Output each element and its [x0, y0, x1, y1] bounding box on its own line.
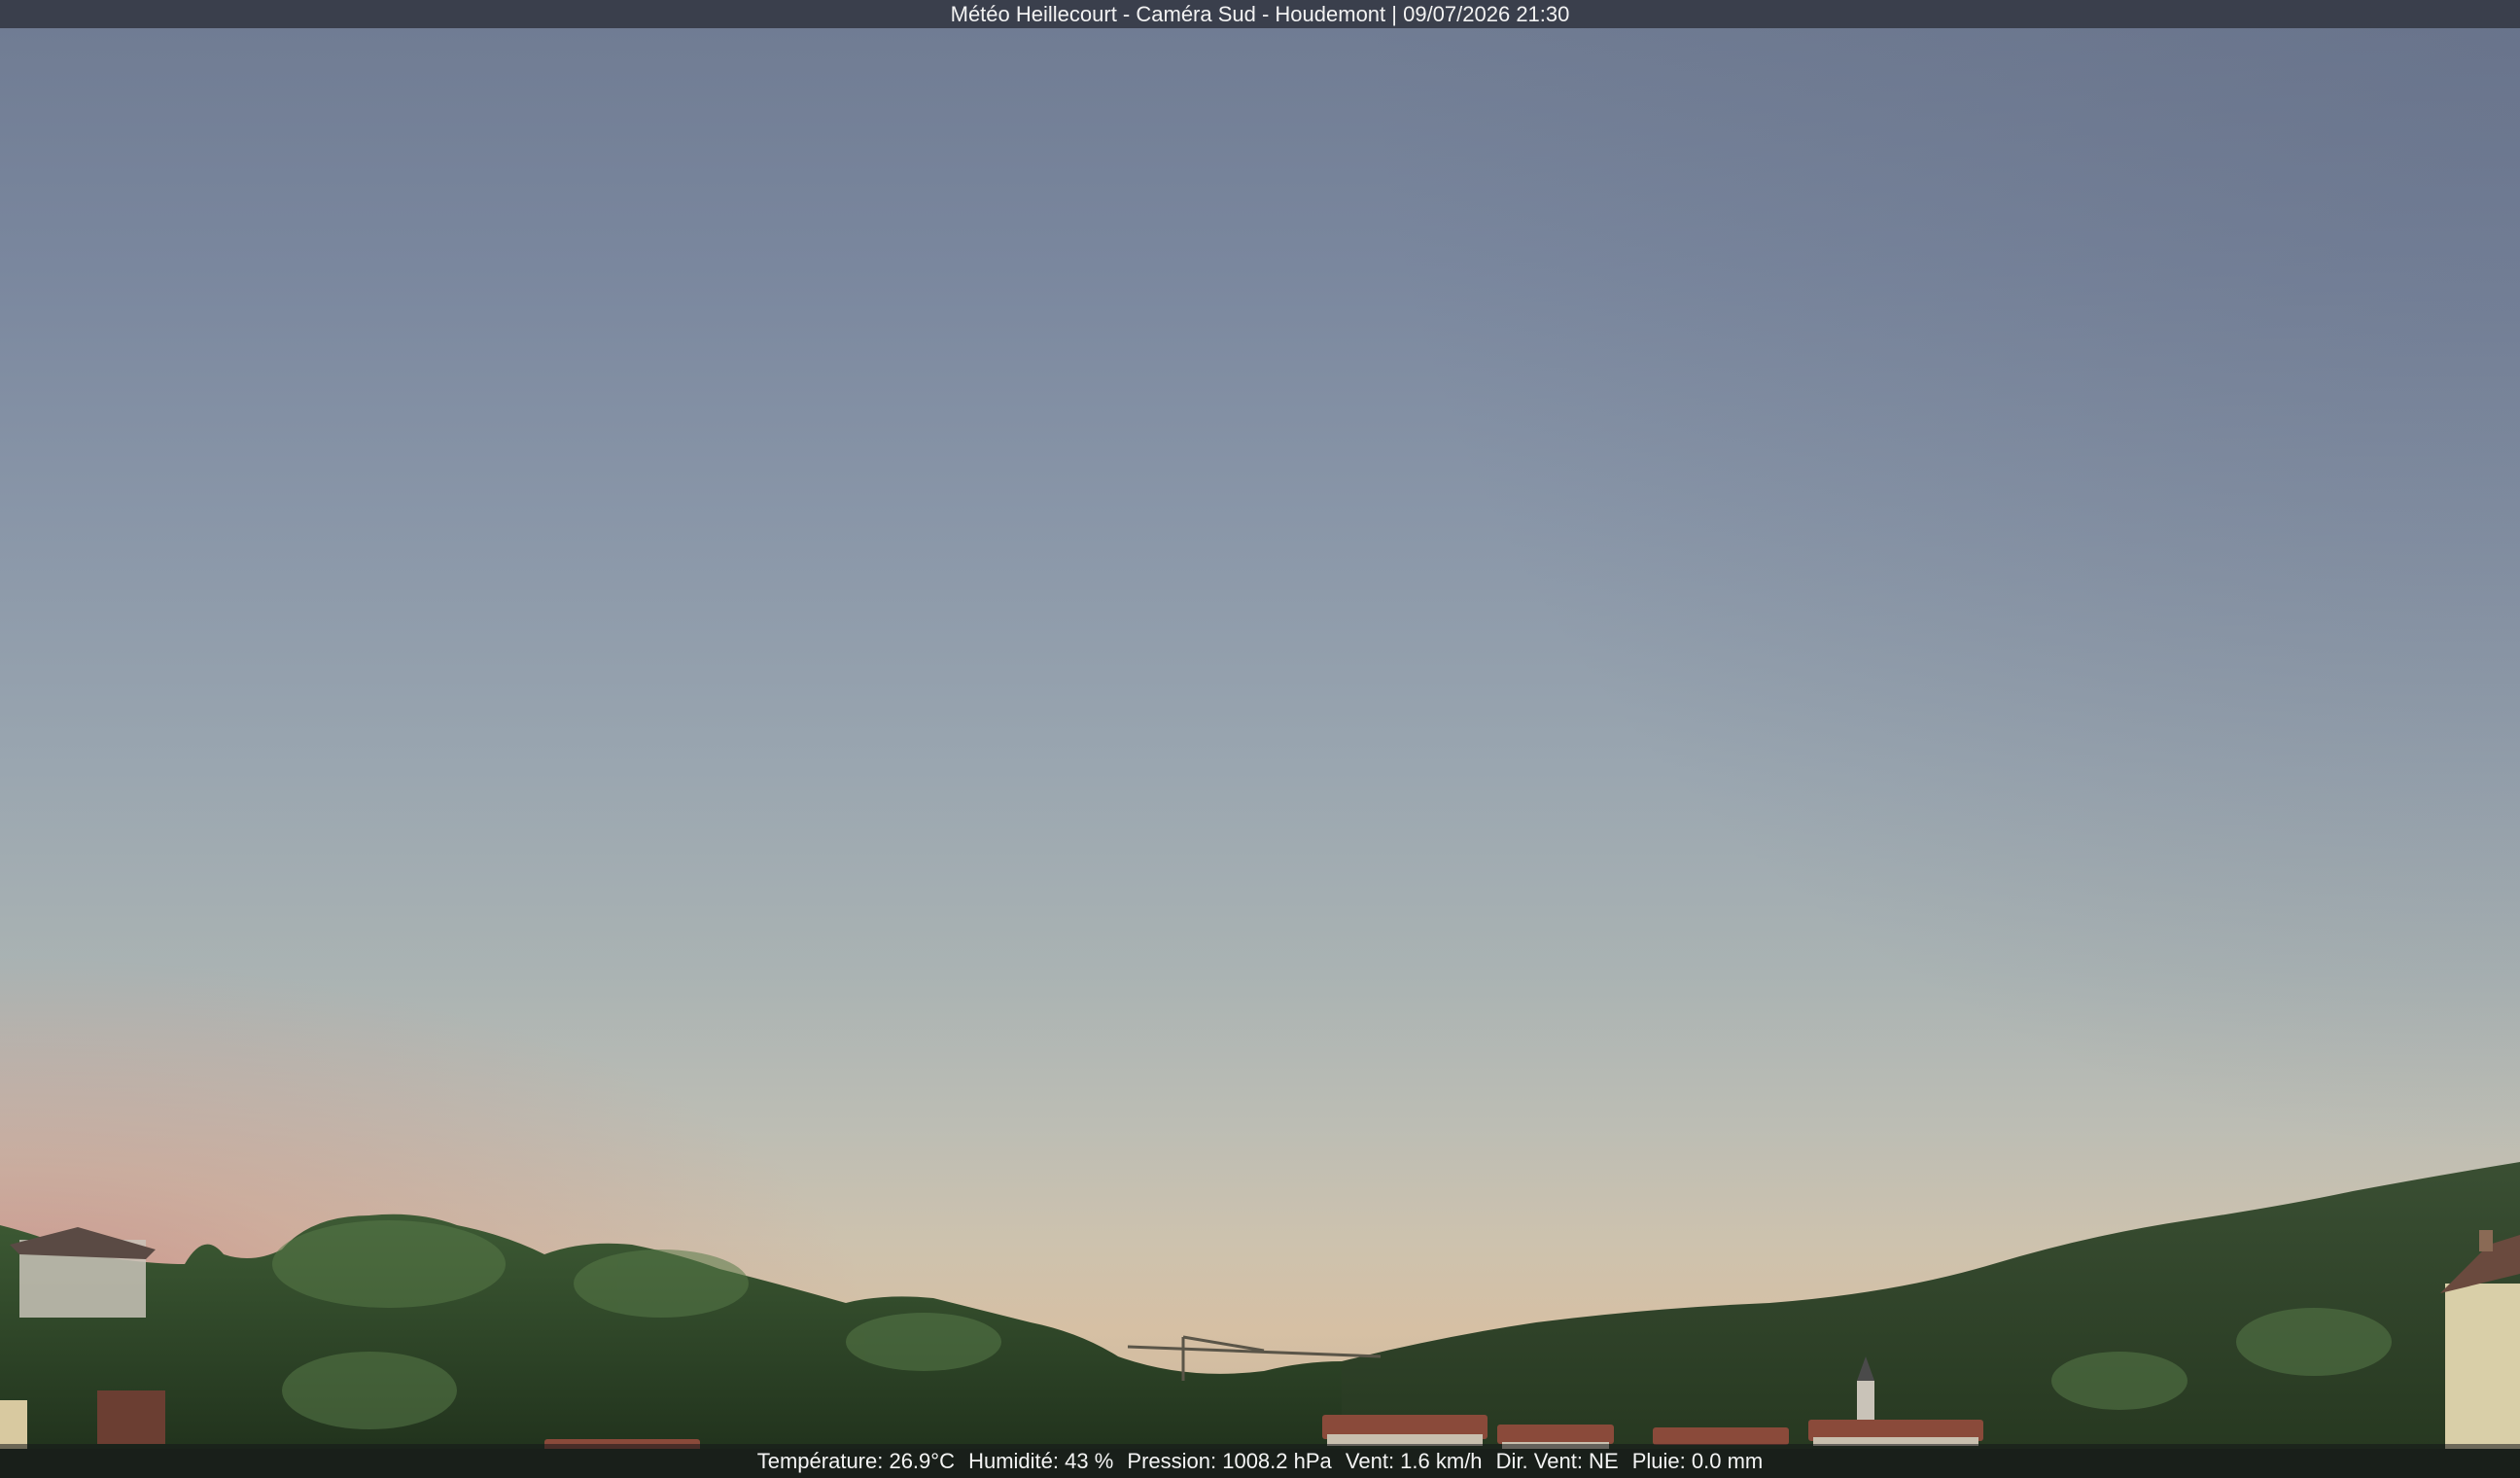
weather-status: Température: 26.9°C Humidité: 43 % Press… [0, 1444, 2520, 1478]
landscape [0, 1162, 2520, 1478]
wind-speed-readout: Vent: 1.6 km/h [1345, 1449, 1483, 1473]
temperature-readout: Température: 26.9°C [756, 1449, 955, 1473]
rain-readout: Pluie: 0.0 mm [1631, 1449, 1764, 1473]
pressure-readout: Pression: 1008.2 hPa [1127, 1449, 1332, 1473]
camera-title-text: Météo Heillecourt - Caméra Sud - Houdemo… [950, 2, 1570, 26]
webcam-frame: Météo Heillecourt - Caméra Sud - Houdemo… [0, 0, 2520, 1478]
camera-title: Météo Heillecourt - Caméra Sud - Houdemo… [0, 0, 2520, 28]
humidity-readout: Humidité: 43 % [968, 1449, 1114, 1473]
wind-direction-readout: Dir. Vent: NE [1495, 1449, 1619, 1473]
